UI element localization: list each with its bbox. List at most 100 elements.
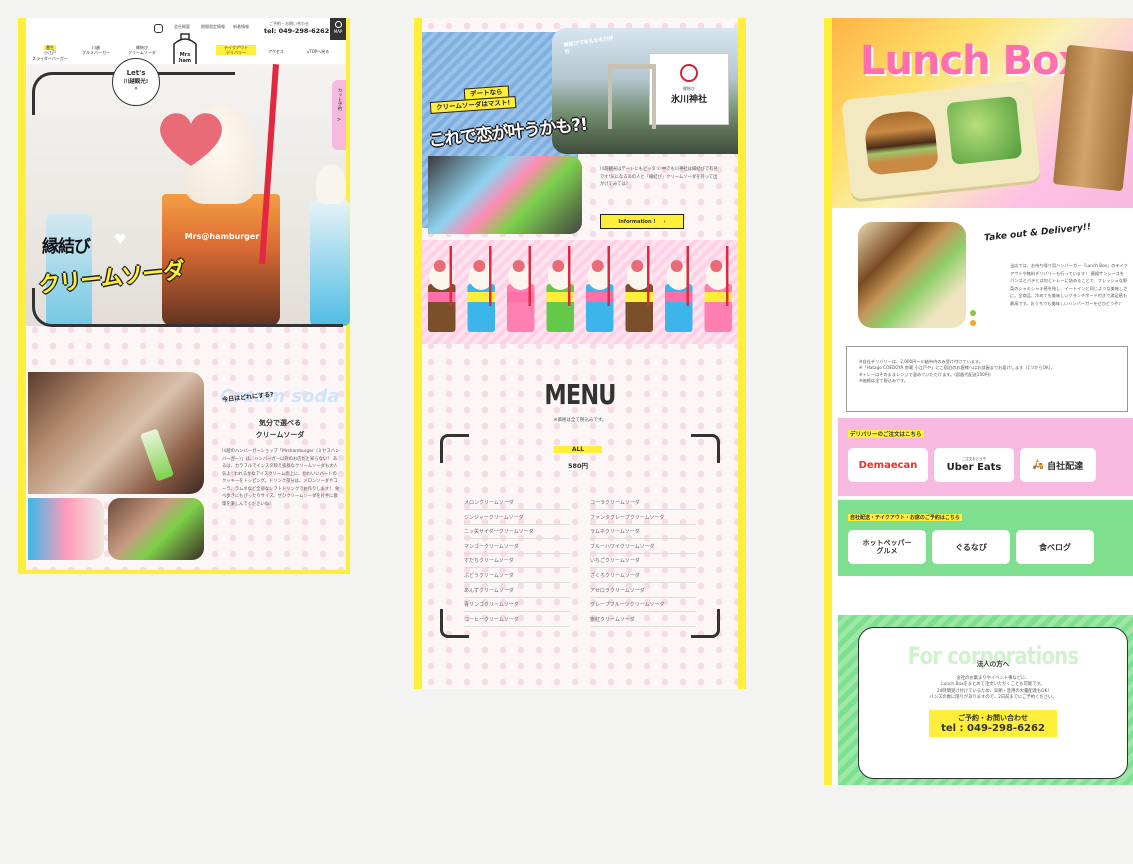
- menu-item: ニッ矢サイダークリームソーダ: [464, 525, 570, 540]
- bubble-arrow: »: [134, 85, 138, 92]
- corp-contact-label: ご予約・お問い合わせ: [958, 713, 1028, 722]
- photo-small-1: [28, 498, 104, 560]
- frame-arc-bottom: [32, 288, 343, 327]
- menu-item: 青リンゴクリームソーダ: [464, 598, 570, 613]
- date-text: 川越観光はデートにもピッタリ!中でも川神社は縁結びで有名です!気になるあの人と「…: [600, 167, 718, 188]
- menu-item: コーヒークリームソーダ: [464, 613, 570, 627]
- chevron-right-icon: ›: [663, 218, 666, 225]
- hero-line1: 縁結び: [42, 237, 91, 257]
- delivery-section: デリバリーのご注文はこちら Demaecan ご注文をどうぞ Uber Eats…: [838, 418, 1133, 496]
- hotpepper-button[interactable]: ホットペッパー グルメ: [848, 530, 926, 564]
- date-photo: [428, 156, 582, 234]
- menu-item: ざくろクリームソーダ: [590, 569, 696, 583]
- takeout-text: 当店では、お持ち帰り用ハンバーガー「Lunch Box」のテイクアウトや無料デリ…: [1010, 263, 1128, 306]
- dot-green: [970, 310, 976, 316]
- corp-section: For corporations 法人の方へ 会社のお集まりやイベント事などに、…: [838, 615, 1133, 785]
- cup-item: [428, 246, 456, 332]
- nav-item-creamsoda[interactable]: 縁結び クリームソーダ: [120, 45, 164, 55]
- takeout-title: Take out & Delivery!!: [983, 222, 1092, 244]
- photo-children: [28, 372, 204, 494]
- section-body: 川越のハンバーガーショップ「Mrshamburger（ミセスハンバーガー）」は、…: [222, 449, 340, 507]
- cup-item: [586, 246, 614, 332]
- lets-bubble[interactable]: Let's 川越観光! »: [112, 58, 160, 106]
- torii: [608, 64, 656, 129]
- lunchbox-tray: [841, 80, 1041, 200]
- frame-corner-tr: [691, 434, 720, 463]
- info-button[interactable]: Information ! ›: [600, 214, 684, 229]
- map-label: MAP: [333, 29, 343, 34]
- bubble-line1: Let's: [126, 69, 146, 77]
- nav-item-top[interactable]: ⌂TOPへ戻る: [296, 49, 340, 55]
- side-tab-arrow-icon: >: [336, 116, 342, 123]
- salad: [946, 95, 1023, 165]
- heart-cookie: [156, 108, 226, 170]
- photo-small-2: [108, 498, 204, 560]
- menu-item: ぶどうクリームソーダ: [464, 569, 570, 583]
- menu-item: いちごクリームソーダ: [590, 554, 696, 569]
- page3-panel: Lunch Box Take out & Delivery!! 当店では、お持ち…: [824, 18, 1133, 785]
- menu-item: マンゴークリームソーダ: [464, 540, 570, 554]
- reserve-heading: 自社配送・テイクアウト・お席のご予約はこちら: [848, 514, 962, 521]
- shrine-sign: 縁結び 氷川神社: [650, 54, 728, 124]
- dot-orange: [970, 320, 976, 326]
- heart-icon: ♥: [114, 232, 127, 248]
- info-button-label: Information !: [618, 218, 656, 225]
- nav-link-news[interactable]: 新着情報: [233, 24, 249, 30]
- reserve-section: 自社配送・テイクアウト・お席のご予約はこちら ホットペッパー グルメ ぐるなび …: [838, 500, 1133, 576]
- cup-item: [546, 246, 574, 332]
- menu-item: ファンタグレープクリームソーダ: [590, 511, 696, 525]
- nav-item-top-label: TOPへ戻る: [309, 49, 330, 54]
- cup-brand: Mrs@hamburger: [184, 232, 260, 241]
- nav-link-company[interactable]: 会社概要: [174, 24, 190, 30]
- scooter-icon: 🛵: [1032, 460, 1045, 470]
- header-tel[interactable]: tel: 049-298-6262: [264, 27, 329, 35]
- self-delivery-label: 自社配達: [1047, 461, 1084, 472]
- cup-item: [507, 246, 535, 332]
- corp-contact-button[interactable]: ご予約・お問い合わせ tel : 049-298-6262: [929, 709, 1057, 737]
- photo-caption: 縁結びで有名な氷川神社: [563, 35, 614, 56]
- burger: [863, 108, 939, 176]
- nav-item-takeout[interactable]: テイクアウト デリバリー: [216, 45, 256, 56]
- takeout-photo: [858, 222, 966, 328]
- corp-card: For corporations 法人の方へ 会社のお集まりやイベント事などに、…: [858, 627, 1128, 779]
- page1-panel: 会社概要 期間限定情報 新着情報 ご予約・お問い合わせ tel: 049-298…: [18, 18, 350, 574]
- corp-tel: tel : 049-298-6262: [941, 722, 1045, 734]
- menu-category: ALL: [554, 446, 602, 453]
- cup-label: Mrs@hamburger: [176, 232, 268, 241]
- demaecan-label: Demaecan: [858, 459, 918, 471]
- instagram-icon[interactable]: [154, 24, 163, 33]
- hotpepper-label: ホットペッパー グルメ: [862, 538, 912, 555]
- gurunavi-button[interactable]: ぐるなび: [932, 530, 1010, 564]
- menu-item: 夜紅クリームソーダ: [590, 613, 696, 627]
- nav-item-access[interactable]: アクセス: [264, 49, 288, 55]
- menu-item: あんずクリームソーダ: [464, 584, 570, 598]
- menu-item: ジンジャークリームソーダ: [464, 511, 570, 525]
- nav-link-limited[interactable]: 期間限定情報: [201, 24, 225, 30]
- nav-item-gourmet[interactable]: 川越 グルメバーガー: [76, 45, 116, 55]
- shrine-crest-icon: [680, 64, 698, 82]
- paper-bag: [1052, 44, 1133, 192]
- cup-item: [665, 246, 693, 332]
- cup-item: [625, 246, 653, 332]
- side-reserve-tab[interactable]: カット予約 >: [332, 80, 346, 150]
- ubereats-button[interactable]: ご注文をどうぞ Uber Eats: [934, 448, 1014, 482]
- section-heading2: クリームソーダ: [255, 431, 305, 439]
- self-delivery-button[interactable]: 🛵 自社配達: [1020, 448, 1096, 482]
- cup-item: [704, 246, 732, 332]
- menu-item: すだちクリームソーダ: [464, 554, 570, 569]
- demaecan-button[interactable]: Demaecan: [848, 448, 928, 482]
- lunchbox-hero: Lunch Box: [832, 18, 1133, 208]
- soda-glass: [139, 428, 175, 482]
- nav-item-slider[interactable]: 番生 小江戸 スライダーバーガー: [28, 40, 72, 66]
- cups-graphic: [428, 246, 732, 332]
- cup-row: [422, 240, 738, 344]
- menu-item: アセロラクリームソーダ: [590, 584, 696, 598]
- menu-frame: ALL 580円 メロンクリームソーダ ジンジャークリームソーダ ニッ矢サイダークリ…: [440, 434, 720, 638]
- notes-box: ※自社デリバリーは、2,000円〜川越市内のみ受け付けています。 ※「Hatag…: [846, 346, 1128, 412]
- tabelog-button[interactable]: 食べログ: [1016, 530, 1094, 564]
- corp-heading: 法人の方へ: [976, 660, 1010, 668]
- menu-price: 580円: [567, 462, 589, 470]
- map-button[interactable]: MAP: [330, 18, 346, 40]
- menu-title: MENU: [544, 378, 616, 411]
- section-heading1: 気分で選べる: [259, 419, 301, 427]
